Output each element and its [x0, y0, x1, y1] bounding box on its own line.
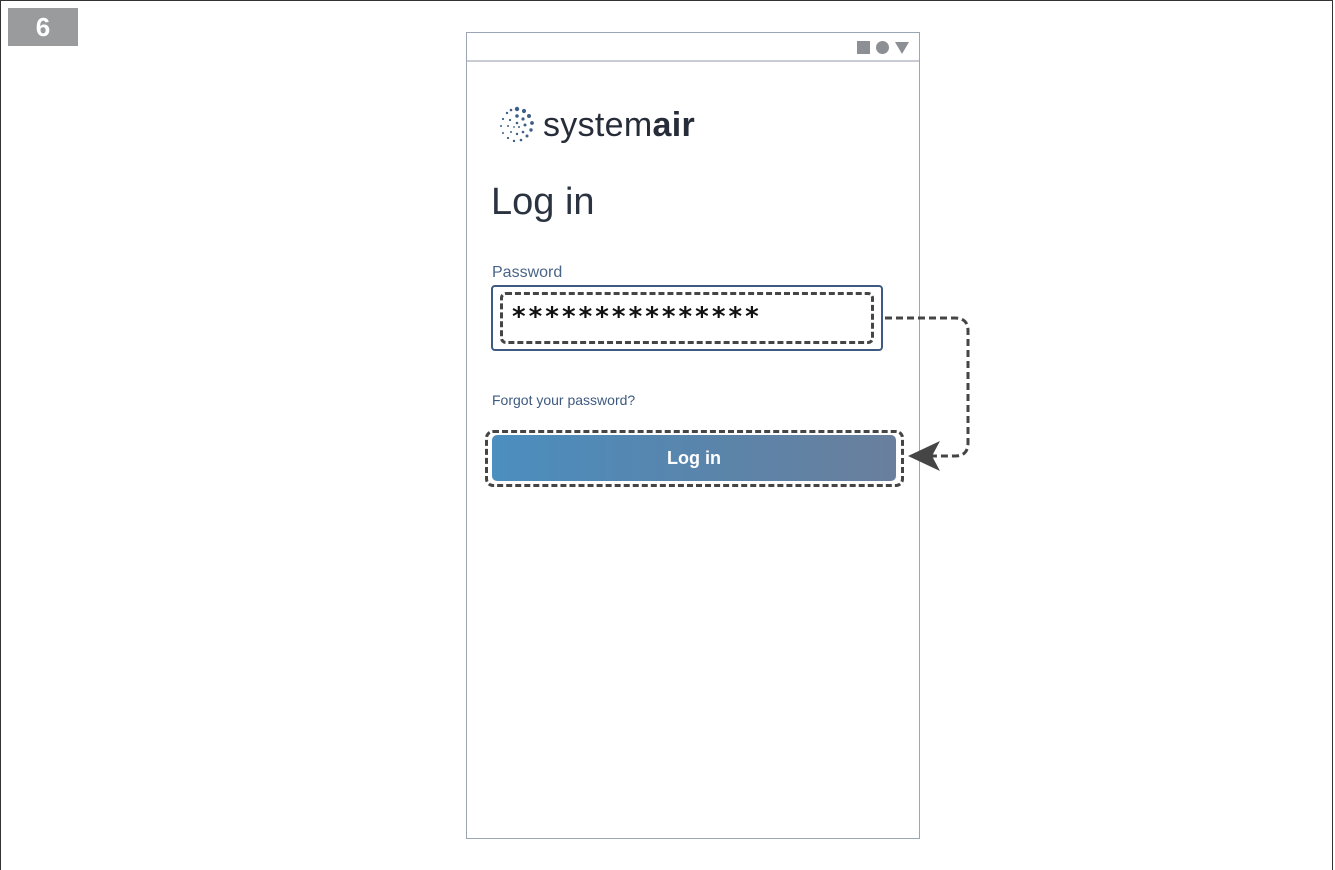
status-bar: [467, 33, 919, 62]
brand-name-light: system: [543, 106, 653, 144]
status-icons: [857, 41, 909, 54]
circle-icon: [876, 41, 889, 54]
brand-logo: systemair: [497, 105, 695, 145]
square-icon: [857, 41, 870, 54]
triangle-icon: [895, 41, 909, 54]
step-badge: 6: [8, 8, 78, 46]
password-field[interactable]: ***************: [491, 285, 883, 351]
login-button[interactable]: Log in: [492, 435, 896, 481]
password-value: ***************: [511, 302, 761, 332]
forgot-password-link[interactable]: Forgot your password?: [492, 392, 635, 408]
brand-wordmark: systemair: [543, 108, 695, 142]
brand-name-bold: air: [652, 106, 695, 144]
page-title: Log in: [491, 181, 595, 223]
logo-dots-icon: [500, 106, 534, 143]
phone-screen: systemair Log in Password **************…: [466, 32, 920, 839]
password-label: Password: [492, 264, 563, 281]
